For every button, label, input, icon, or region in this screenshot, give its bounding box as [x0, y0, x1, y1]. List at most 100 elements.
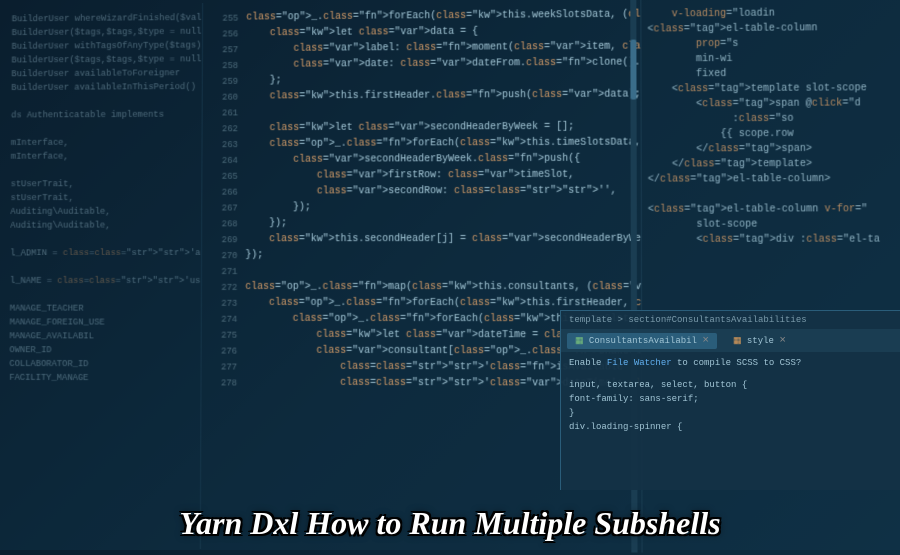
close-icon[interactable]: ×: [779, 335, 786, 347]
code-line: MANAGE_AVAILABIL: [10, 329, 197, 343]
code-line[interactable]: });: [245, 248, 636, 264]
code-line: <class="tag">el-table-column: [647, 21, 898, 38]
code-line: [11, 122, 198, 137]
line-number: 255: [209, 11, 239, 27]
code-line[interactable]: [245, 264, 637, 280]
line-number: 269: [208, 232, 238, 248]
file-icon: ▦: [733, 336, 742, 346]
code-line: MANAGE_TEACHER: [10, 302, 197, 316]
code-line: [10, 232, 197, 246]
code-line: fixed: [648, 66, 899, 83]
code-line[interactable]: class="var">firstRow: class="var">timeSl…: [246, 168, 637, 185]
line-number: 274: [208, 312, 238, 328]
line-number: 275: [208, 328, 238, 344]
code-line: [10, 288, 197, 302]
code-line[interactable]: class="op">_.class="fn">forEach(class="k…: [246, 136, 637, 153]
code-line: div.loading-spinner {: [569, 420, 892, 434]
code-line: COLLABORATOR_ID: [9, 357, 196, 371]
code-line: Auditing\Auditable,: [10, 218, 197, 232]
code-line: l_NAME = class=class="str">"str">'users'…: [10, 274, 197, 288]
line-number: 277: [207, 359, 237, 375]
code-line: Auditing\Auditable,: [10, 205, 197, 219]
line-number: 276: [208, 344, 238, 360]
line-number: 256: [209, 26, 239, 42]
code-line: [11, 163, 198, 177]
left-code-pane: BuilderUser whereWizardFinished($value)B…: [4, 3, 203, 549]
code-line: input, textarea, select, button {: [569, 378, 892, 392]
code-line: BuilderUser($tags,$tags,$type = null): [12, 25, 198, 40]
file-tabs: ▦ ConsultantsAvailabil × ▦ style ×: [561, 330, 900, 352]
line-number: 267: [208, 201, 238, 217]
code-line: </class="tag">el-table-column>: [648, 172, 899, 188]
code-line: stUserTrait,: [10, 191, 197, 205]
code-line: <class="tag">template slot-scope: [648, 81, 899, 97]
notice-suffix: to compile SCSS to CSS?: [672, 358, 802, 368]
code-line: mInterface,: [11, 135, 198, 150]
code-line[interactable]: });: [246, 216, 637, 233]
code-line: BuilderUser availableInThisPeriod(): [11, 80, 198, 95]
code-line[interactable]: class="op">_.class="fn">forEach(class="k…: [246, 8, 636, 27]
line-number: 278: [207, 375, 237, 391]
code-line: <class="tag">el-table-column v-for=": [648, 202, 899, 218]
breadcrumb[interactable]: template > section#ConsultantsAvailabili…: [561, 311, 900, 330]
line-number: 272: [208, 280, 238, 296]
code-line: stUserTrait,: [11, 177, 198, 191]
code-line: FACILITY_MANAGE: [9, 371, 196, 385]
overlay-title-text: Yarn Dxl How to Run Multiple Subshells: [179, 505, 720, 542]
code-line: BuilderUser whereWizardFinished($value): [12, 11, 198, 26]
code-line: <class="tag">div :class="el-ta: [648, 232, 899, 247]
code-line: font-family: sans-serif;: [569, 392, 892, 406]
code-line[interactable]: class="op">_.class="fn">map(class="kw">t…: [245, 280, 637, 296]
tab-consultants[interactable]: ▦ ConsultantsAvailabil ×: [567, 333, 717, 349]
file-icon: ▦: [575, 336, 584, 346]
minimap-thumb[interactable]: [630, 40, 636, 100]
code-line: BuilderUser availableToForeigner: [11, 66, 198, 81]
code-line: </class="tag">template>: [648, 157, 899, 173]
line-number: 258: [209, 58, 239, 74]
code-line: <class="tag">span @click="d: [648, 96, 899, 112]
close-icon[interactable]: ×: [702, 335, 709, 347]
panel-code-preview: input, textarea, select, button { font-f…: [561, 374, 900, 438]
line-number: 265: [208, 169, 238, 185]
tab-label: style: [747, 336, 774, 346]
code-line: mInterface,: [11, 149, 198, 163]
code-line: {{ scope.row: [648, 126, 899, 142]
code-line: BuilderUser withTagsOfAnyType($tags): [12, 39, 199, 54]
code-line: slot-scope: [648, 217, 899, 232]
line-number: 262: [208, 121, 238, 137]
code-line[interactable]: [246, 104, 637, 122]
line-number: 259: [209, 74, 239, 90]
line-number-gutter: 2552562572582592602612622632642652662672…: [207, 11, 238, 392]
line-number: 268: [208, 216, 238, 232]
code-line[interactable]: class="var">secondRow: class=class="str"…: [246, 184, 637, 201]
code-line: BuilderUser($tags,$tags,$type = null): [11, 52, 198, 67]
code-line[interactable]: class="kw">let class="var">secondHeaderB…: [246, 120, 637, 138]
code-line: :class="so: [648, 111, 899, 127]
code-line[interactable]: class="kw">this.secondHeader[j] = class=…: [245, 232, 636, 248]
code-line[interactable]: });: [246, 200, 637, 217]
line-number: 264: [208, 153, 238, 169]
code-line: ds Authenticatable implements: [11, 108, 198, 123]
code-line: [10, 260, 197, 274]
tab-style[interactable]: ▦ style ×: [725, 333, 794, 349]
line-number: 260: [209, 90, 239, 106]
code-line: }: [569, 406, 892, 420]
code-line[interactable]: class="kw">this.firstHeader.class="fn">p…: [246, 88, 637, 106]
line-number: 261: [209, 106, 239, 122]
line-number: 270: [208, 248, 238, 264]
code-line[interactable]: class="var">date: class="var">dateFrom.c…: [246, 56, 636, 74]
line-number: 271: [208, 264, 238, 280]
file-watcher-link[interactable]: File Watcher: [607, 358, 672, 368]
code-line: [648, 187, 899, 203]
line-number: 273: [208, 296, 238, 312]
code-line: </class="tag">span>: [648, 142, 899, 158]
code-line[interactable]: class="var">secondHeaderByWeek.class="fn…: [246, 152, 637, 169]
file-watcher-notice: Enable File Watcher to compile SCSS to C…: [561, 352, 900, 374]
code-line: [11, 94, 198, 109]
code-line: prop="s: [647, 36, 898, 53]
line-number: 263: [208, 137, 238, 153]
notice-prefix: Enable: [569, 358, 607, 368]
line-number: 257: [209, 42, 239, 58]
code-line: MANAGE_FOREIGN_USE: [10, 315, 197, 329]
code-line: OWNER_ID: [9, 343, 196, 357]
